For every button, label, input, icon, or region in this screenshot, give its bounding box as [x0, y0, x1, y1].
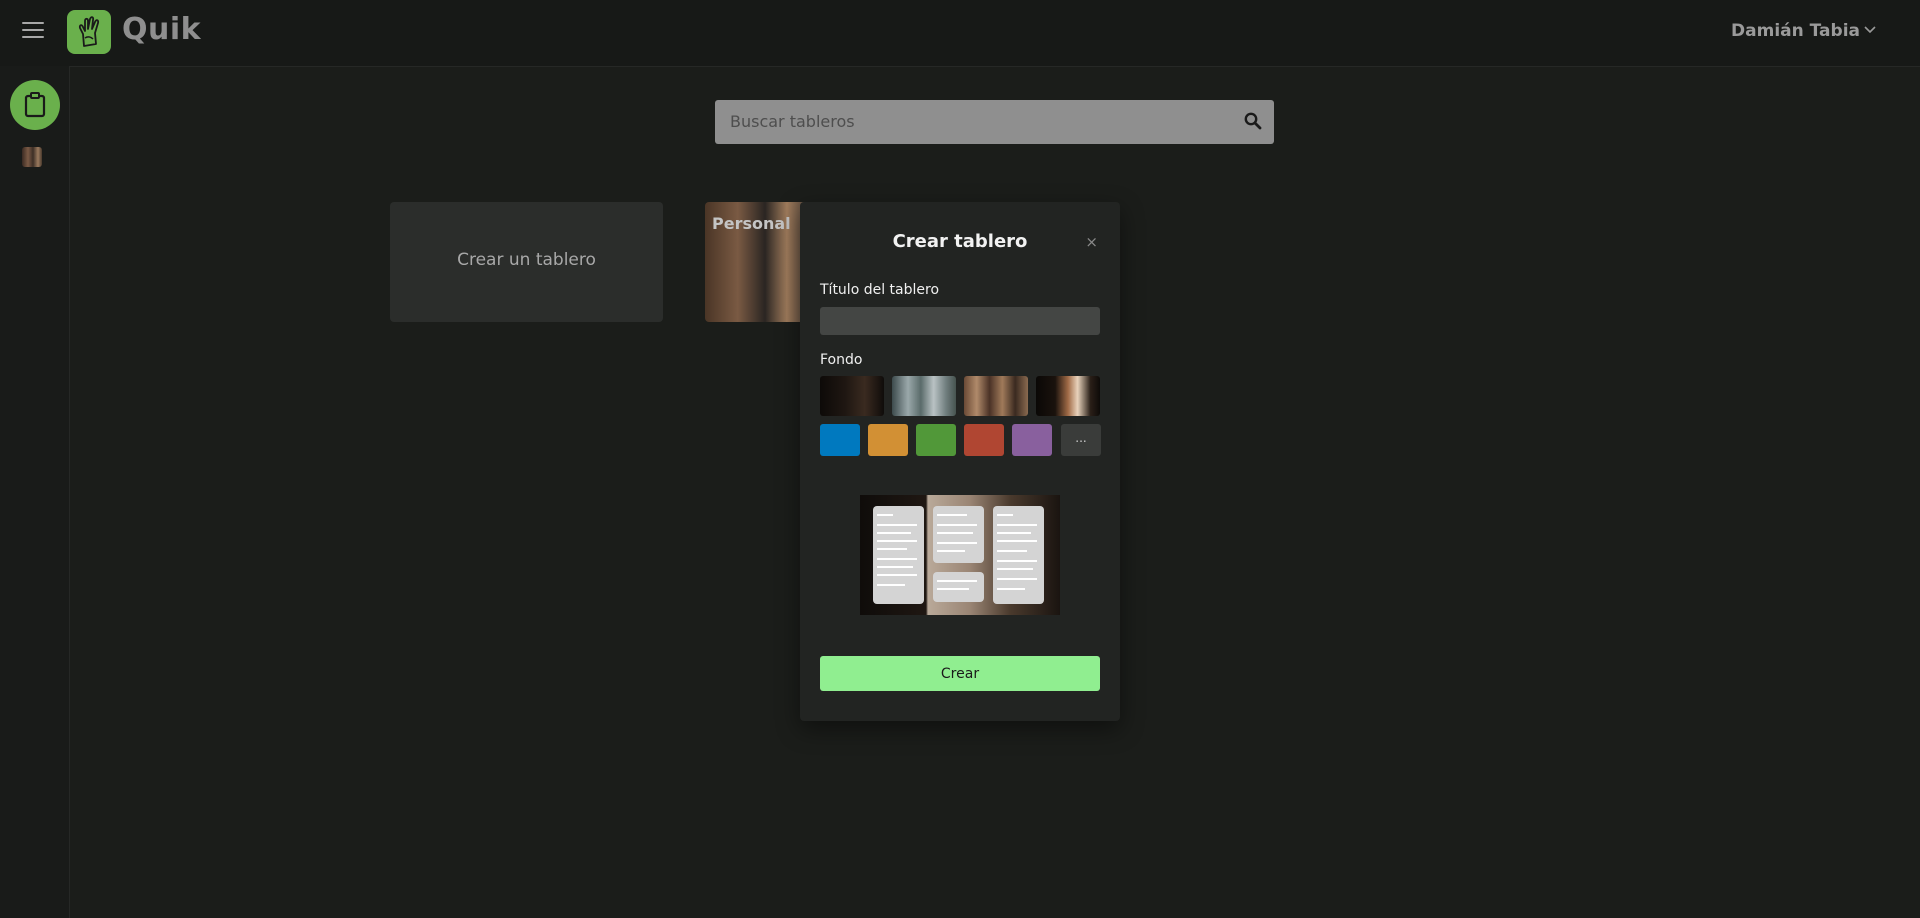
clipboard-icon[interactable] — [10, 80, 60, 130]
search-icon[interactable] — [1244, 112, 1262, 130]
color-swatch-purple[interactable] — [1012, 424, 1052, 456]
color-swatch-blue[interactable] — [820, 424, 860, 456]
create-board-button[interactable]: Crear — [820, 656, 1100, 691]
create-board-modal: Crear tablero × Título del tablero Fondo… — [800, 202, 1120, 721]
preview-list — [873, 506, 924, 604]
sidebar — [0, 66, 70, 918]
board-preview — [860, 495, 1060, 615]
color-swatch-orange[interactable] — [868, 424, 908, 456]
hand-icon-graphic — [78, 16, 100, 47]
top-navbar: Quik Damián Tabia — [0, 0, 1920, 67]
preview-list — [933, 572, 984, 602]
color-swatch-green[interactable] — [916, 424, 956, 456]
preview-line — [997, 550, 1027, 552]
more-backgrounds-button[interactable]: ... — [1061, 424, 1101, 456]
chevron-down-icon[interactable] — [1864, 26, 1876, 34]
board-title: Personal — [712, 214, 791, 233]
preview-line — [997, 540, 1037, 542]
hamburger-menu-icon[interactable] — [22, 22, 44, 40]
search-input[interactable]: Buscar tableros — [730, 112, 855, 131]
preview-line — [877, 574, 917, 576]
hand-icon[interactable] — [67, 10, 111, 54]
create-board-card[interactable]: Crear un tablero — [390, 202, 663, 322]
background-photo-option[interactable] — [964, 376, 1028, 416]
user-menu[interactable]: Damián Tabia — [1731, 21, 1860, 41]
board-title-input[interactable] — [820, 307, 1100, 335]
preview-line — [997, 588, 1025, 590]
search-bar[interactable]: Buscar tableros — [715, 100, 1274, 144]
background-color-options: ... — [820, 424, 1102, 456]
preview-line — [937, 588, 969, 590]
preview-line — [877, 548, 907, 550]
create-board-label: Crear un tablero — [457, 250, 596, 270]
preview-line — [997, 532, 1031, 534]
preview-line — [877, 558, 917, 560]
preview-line — [877, 524, 917, 526]
background-label: Fondo — [820, 352, 863, 368]
background-photo-option[interactable] — [820, 376, 884, 416]
modal-title: Crear tablero — [892, 231, 1028, 252]
preview-line — [877, 566, 913, 568]
preview-line — [877, 540, 917, 542]
preview-line — [937, 542, 977, 544]
preview-line — [937, 550, 965, 552]
preview-line — [997, 578, 1037, 580]
preview-line — [877, 584, 905, 586]
app-name: Quik — [122, 12, 202, 47]
preview-line — [937, 532, 973, 534]
preview-line — [937, 524, 977, 526]
preview-line — [877, 514, 893, 516]
close-icon[interactable]: × — [1085, 233, 1098, 251]
background-photo-option[interactable] — [892, 376, 956, 416]
preview-line — [997, 568, 1033, 570]
background-photo-option[interactable] — [1036, 376, 1100, 416]
preview-line — [937, 514, 967, 516]
board-thumbnail[interactable] — [22, 147, 42, 167]
color-swatch-red[interactable] — [964, 424, 1004, 456]
preview-line — [997, 514, 1013, 516]
preview-line — [997, 524, 1037, 526]
board-title-label: Título del tablero — [820, 282, 940, 298]
preview-line — [877, 532, 911, 534]
preview-line — [937, 580, 977, 582]
background-photo-options — [820, 376, 1102, 416]
clipboard-icon-graphic — [24, 92, 46, 118]
preview-line — [997, 560, 1037, 562]
